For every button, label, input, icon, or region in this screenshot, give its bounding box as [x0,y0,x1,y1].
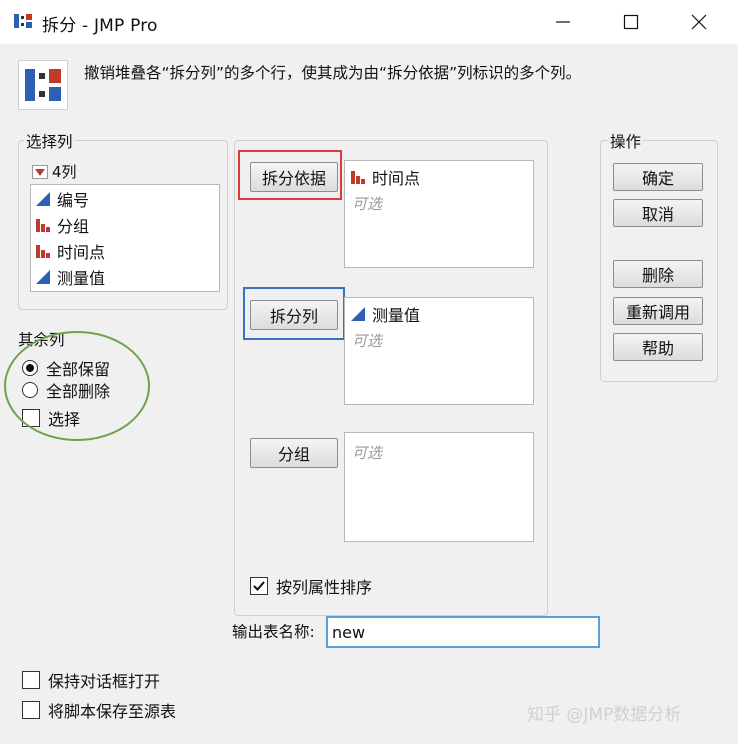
close-icon [691,14,707,30]
continuous-icon [36,192,50,206]
nominal-icon [36,219,50,232]
column-item-measurement[interactable]: 测量值 [35,265,105,289]
checkbox-indicator [250,577,268,595]
help-button[interactable]: 帮助 [613,333,703,361]
minimize-button[interactable] [540,0,586,44]
watermark: 知乎 @JMP数据分析 [527,705,682,725]
remove-button[interactable]: 删除 [613,260,703,288]
split-by-column-label: 时间点 [372,169,421,188]
sort-by-column-property-checkbox[interactable]: 按列属性排序 [250,574,372,598]
minimize-icon [556,21,570,23]
split-columns-optional-hint: 可选 [352,332,383,350]
select-columns-label: 选择列 [24,130,75,152]
sort-by-column-property-label: 按列属性排序 [276,578,373,597]
column-list[interactable]: 编号 分组 时间点 测量值 [30,184,220,292]
nominal-icon [36,245,50,258]
split-app-icon [14,14,32,28]
output-table-name-input[interactable] [326,616,600,648]
save-script-label: 将脚本保存至源表 [48,702,177,721]
column-item-label: 测量值 [57,269,106,288]
nominal-icon [351,171,365,184]
keep-dialog-open-checkbox[interactable]: 保持对话框打开 [22,668,160,692]
column-item-timepoint[interactable]: 时间点 [35,239,105,263]
window-title: 拆分 - JMP Pro [42,16,158,36]
output-table-name-label: 输出表名称: [232,623,315,641]
cancel-button[interactable]: 取消 [613,199,703,227]
close-button[interactable] [676,0,722,44]
split-by-optional-hint: 可选 [352,195,383,213]
split-by-highlight [238,150,342,200]
dialog-description: 撤销堆叠各“拆分列”的多个行，使其成为由“拆分依据”列标识的多个列。 [84,64,582,82]
remaining-columns-highlight [4,331,150,441]
actions-label: 操作 [608,130,644,152]
maximize-button[interactable] [608,0,654,44]
column-item-label: 分组 [57,217,90,236]
keep-dialog-open-label: 保持对话框打开 [48,672,161,691]
split-columns-column-label: 测量值 [372,306,421,325]
column-item-id[interactable]: 编号 [35,187,89,211]
column-item-label: 时间点 [57,243,106,262]
checkbox-indicator [22,701,40,719]
ok-button[interactable]: 确定 [613,163,703,191]
group-button[interactable]: 分组 [250,438,338,468]
check-icon [253,581,265,591]
maximize-icon [623,14,639,30]
split-columns-assigned-column[interactable]: 测量值 [350,302,420,326]
red-triangle-icon [32,164,48,179]
continuous-icon [351,307,365,321]
column-item-label: 编号 [57,191,90,210]
checkbox-indicator [22,671,40,689]
save-script-checkbox[interactable]: 将脚本保存至源表 [22,698,176,722]
continuous-icon [36,270,50,284]
split-app-icon [18,60,68,110]
split-by-assigned-column[interactable]: 时间点 [350,165,420,189]
title-bar: 拆分 - JMP Pro [0,0,738,44]
recall-button[interactable]: 重新调用 [613,297,703,325]
column-item-group[interactable]: 分组 [35,213,89,237]
split-columns-highlight [243,287,345,340]
column-count-dropdown[interactable]: 4列 [32,161,77,182]
group-optional-hint: 可选 [352,444,383,462]
column-count-label: 4列 [52,163,77,181]
